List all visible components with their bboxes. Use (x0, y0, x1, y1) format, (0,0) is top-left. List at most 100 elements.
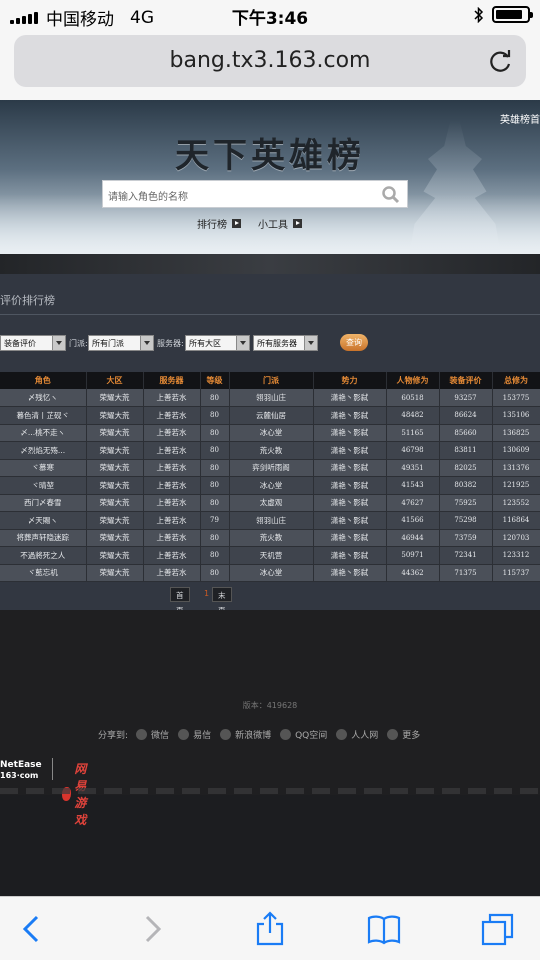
table-cell: 潇艳丶影弑 (313, 546, 387, 565)
server-select[interactable]: 所有服务器 (253, 335, 318, 351)
yixin-icon[interactable] (178, 729, 190, 740)
wechat-icon[interactable] (136, 729, 148, 740)
search-icon[interactable] (381, 185, 401, 205)
table-row[interactable]: ヾ晴堃 荣耀大荒 上善若水 80 冰心堂 潇艳丶影弑 41543 80382 121925 (0, 476, 540, 495)
character-name-cell[interactable]: ヾ慕寒 (0, 459, 87, 477)
status-bar: 中国移动 4G 下午3:46 (0, 0, 540, 30)
table-cell: 73759 (439, 529, 493, 547)
table-cell: 潇艳丶影弑 (313, 564, 387, 582)
table-cell: 135106 (492, 406, 540, 425)
table-cell: 荣耀大荒 (86, 424, 144, 442)
table-cell: 上善若水 (143, 564, 201, 582)
share-renren[interactable]: 人人网 (351, 728, 378, 741)
table-row[interactable]: 〆...桃不走ヽ 荣耀大荒 上善若水 80 冰心堂 潇艳丶影弑 51165 85660 1368… (0, 424, 540, 442)
table-cell: 153775 (492, 389, 540, 407)
netease-logo-sub: 163·com (0, 771, 39, 780)
table-cell: 上善若水 (143, 529, 201, 547)
table-cell: 上善若水 (143, 476, 201, 495)
table-row[interactable]: ヾ慕寒 荣耀大荒 上善若水 80 弈剑听雨阁 潇艳丶影弑 49351 82025 131376 (0, 459, 540, 477)
character-name-cell[interactable]: 西门〆春雪 (0, 494, 87, 512)
table-cell: 80 (200, 389, 230, 407)
character-name-cell[interactable]: 〆天賜ヽ (0, 511, 87, 530)
school-select[interactable]: 所有门派 (88, 335, 154, 351)
table-cell: 60518 (386, 389, 440, 407)
home-link[interactable]: 英雄榜首 (500, 111, 540, 126)
table-row[interactable]: 暮色清丨芷砚ヾ 荣耀大荒 上善若水 80 云麓仙居 潇艳丶影弑 48482 86624 1351… (0, 406, 540, 425)
nav-tools-label: 小工具 (258, 220, 288, 231)
share-wechat[interactable]: 微信 (151, 728, 169, 741)
table-cell: 云麓仙居 (229, 406, 314, 425)
character-name-cell[interactable]: ヾ藍忘机 (0, 564, 87, 582)
query-button[interactable]: 查询 (340, 334, 368, 351)
table-row[interactable]: 不過將死之人 荣耀大荒 上善若水 80 天机营 潇艳丶影弑 50971 72341 123312 (0, 546, 540, 565)
tabs-icon[interactable] (480, 911, 516, 947)
reload-icon[interactable] (488, 48, 514, 74)
more-icon[interactable] (387, 729, 399, 740)
arrow-right-icon (232, 219, 241, 228)
table-row[interactable]: 将葬声轩隐迷踪 荣耀大荒 上善若水 80 荒火教 潇艳丶影弑 46944 73759 12070… (0, 529, 540, 547)
hero-banner: 英雄榜首 天下英雄榜 请输入角色的名称 排行榜 小工具 (0, 100, 540, 254)
category-select[interactable]: 装备评价 (0, 335, 66, 351)
table-cell: 85660 (439, 424, 493, 442)
table-cell: 上善若水 (143, 389, 201, 407)
table-cell: 49351 (386, 459, 440, 477)
column-header: 装备评价 (439, 372, 493, 389)
table-cell: 46944 (386, 529, 440, 547)
table-cell: 75925 (439, 494, 493, 512)
character-name-cell[interactable]: 〆烈焰无殇... (0, 441, 87, 460)
table-cell: 潇艳丶影弑 (313, 424, 387, 442)
table-cell: 潇艳丶影弑 (313, 389, 387, 407)
last-page-button[interactable]: 末页 (212, 587, 232, 615)
server-label: 服务器: (157, 339, 184, 348)
table-cell: 80382 (439, 476, 493, 495)
bookmarks-icon[interactable] (366, 911, 402, 947)
weibo-icon[interactable] (220, 729, 232, 740)
character-name-cell[interactable]: 〆残忆ヽ (0, 389, 87, 407)
share-more[interactable]: 更多 (402, 728, 420, 741)
share-yixin[interactable]: 易信 (193, 728, 211, 741)
character-name-cell[interactable]: ヾ晴堃 (0, 476, 87, 495)
nav-rankings[interactable]: 排行榜 (197, 216, 241, 231)
table-cell: 72341 (439, 546, 493, 565)
table-cell: 荣耀大荒 (86, 459, 144, 477)
renren-icon[interactable] (336, 729, 348, 740)
table-row[interactable]: 〆残忆ヽ 荣耀大荒 上善若水 80 翎羽山庄 潇艳丶影弑 60518 93257 153775 (0, 389, 540, 407)
forward-icon[interactable] (134, 911, 170, 947)
netease-games-logo[interactable]: 网易游戏 (62, 760, 97, 828)
character-name-cell[interactable]: 将葬声轩隐迷踪 (0, 529, 87, 547)
column-header: 大区 (86, 372, 144, 389)
table-cell: 上善若水 (143, 441, 201, 460)
character-name-cell[interactable]: 不過將死之人 (0, 546, 87, 565)
netease-logo[interactable]: NetEase (0, 760, 42, 770)
qzone-icon[interactable] (280, 729, 292, 740)
table-cell: 93257 (439, 389, 493, 407)
table-cell: 80 (200, 476, 230, 495)
clock: 下午3:46 (231, 9, 309, 29)
table-cell: 71375 (439, 564, 493, 582)
column-header: 服务器 (143, 372, 201, 389)
table-cell: 83811 (439, 441, 493, 460)
table-row[interactable]: 西门〆春雪 荣耀大荒 上善若水 80 太虚观 潇艳丶影弑 47627 75925 123552 (0, 494, 540, 512)
table-row[interactable]: ヾ藍忘机 荣耀大荒 上善若水 80 冰心堂 潇艳丶影弑 44362 71375 115737 (0, 564, 540, 582)
table-cell: 荣耀大荒 (86, 476, 144, 495)
table-row[interactable]: 〆天賜ヽ 荣耀大荒 上善若水 79 翎羽山庄 潇艳丶影弑 41566 75298 116864 (0, 511, 540, 530)
browser-toolbar (0, 896, 540, 960)
share-qzone[interactable]: QQ空间 (295, 728, 327, 741)
share-icon[interactable] (252, 911, 288, 947)
nav-rankings-label: 排行榜 (197, 220, 227, 231)
character-name-cell[interactable]: 〆...桃不走ヽ (0, 424, 87, 442)
table-cell: 荣耀大荒 (86, 546, 144, 565)
column-header: 等级 (200, 372, 230, 389)
table-cell: 潇艳丶影弑 (313, 529, 387, 547)
first-page-button[interactable]: 首页 (170, 587, 190, 615)
table-row[interactable]: 〆烈焰无殇... 荣耀大荒 上善若水 80 荒火教 潇艳丶影弑 46798 83811 1306… (0, 441, 540, 460)
back-icon[interactable] (14, 911, 50, 947)
character-search-input[interactable]: 请输入角色的名称 (102, 180, 408, 208)
nav-tools[interactable]: 小工具 (258, 216, 302, 231)
share-weibo[interactable]: 新浪微博 (235, 728, 271, 741)
url-text: bang.tx3.163.com (169, 48, 371, 73)
chevron-down-icon (236, 336, 249, 350)
url-bar[interactable]: bang.tx3.163.com (14, 35, 526, 87)
region-select[interactable]: 所有大区 (185, 335, 250, 351)
character-name-cell[interactable]: 暮色清丨芷砚ヾ (0, 406, 87, 425)
